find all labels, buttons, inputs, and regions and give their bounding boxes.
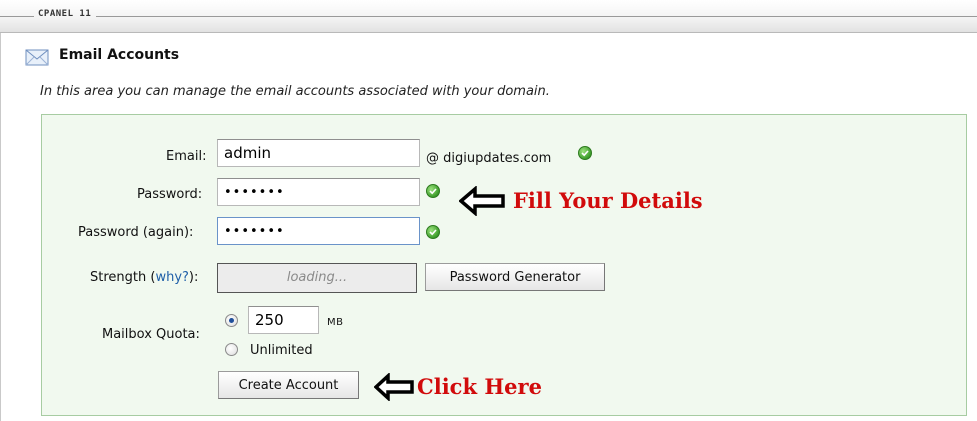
password-valid-check-icon	[426, 184, 440, 198]
mail-envelope-icon	[25, 49, 49, 66]
arrow-left-icon	[374, 373, 414, 401]
arrow-left-icon	[459, 186, 505, 216]
strength-label: Strength (why?):	[90, 270, 198, 285]
mailbox-quota-label: Mailbox Quota:	[102, 327, 200, 342]
top-header-bar: CPANEL 11	[0, 0, 977, 33]
password-label: Password:	[137, 187, 203, 202]
quota-limited-radio[interactable]	[225, 314, 238, 327]
password-strength-meter: loading...	[217, 263, 417, 293]
quota-unlimited-radio[interactable]	[225, 343, 238, 356]
click-here-annotation: Click Here	[417, 374, 542, 399]
quota-unit: MB	[327, 317, 344, 328]
email-domain: @ digiupdates.com	[426, 151, 552, 166]
header-rule-right	[96, 16, 977, 17]
strength-why-link[interactable]: why?	[155, 270, 188, 285]
page-title: Email Accounts	[59, 47, 180, 63]
left-border	[0, 33, 1, 421]
quota-input[interactable]	[248, 306, 319, 334]
page-description: In this area you can manage the email ac…	[40, 84, 550, 99]
strength-label-end: ):	[188, 270, 199, 285]
email-label: Email:	[166, 149, 207, 164]
email-valid-check-icon	[578, 146, 592, 160]
password-again-valid-check-icon	[426, 225, 440, 239]
password-again-label: Password (again):	[78, 225, 194, 240]
fill-details-annotation: Fill Your Details	[513, 188, 703, 213]
quota-unlimited-label: Unlimited	[250, 343, 313, 358]
strength-label-text: Strength (	[90, 270, 156, 285]
password-generator-button[interactable]: Password Generator	[425, 263, 605, 291]
email-input[interactable]	[217, 139, 420, 167]
brand-label: CPANEL 11	[38, 9, 92, 19]
create-account-button[interactable]: Create Account	[218, 371, 359, 399]
password-input[interactable]	[217, 178, 420, 206]
header-rule-left	[0, 16, 34, 17]
password-again-input[interactable]	[217, 217, 420, 245]
